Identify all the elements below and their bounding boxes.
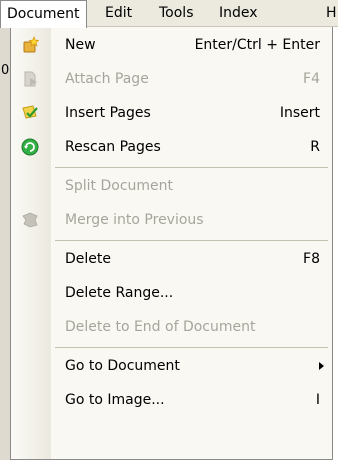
rescan-icon — [21, 138, 39, 156]
menu-item-shortcut: R — [310, 139, 320, 155]
menu-separator — [55, 240, 328, 241]
menu-separator — [55, 347, 328, 348]
menu-item-attach-page[interactable]: Attach Page F4 — [11, 62, 332, 96]
menu-item-split-document[interactable]: Split Document — [11, 169, 332, 203]
document-menu-dropdown: New Enter/Ctrl + Enter Attach Page F4 In… — [10, 27, 333, 460]
menu-item-label: New — [65, 37, 96, 53]
menu-item-shortcut: F8 — [303, 251, 320, 267]
menu-item-delete[interactable]: Delete F8 — [11, 242, 332, 276]
menu-document[interactable]: Document — [0, 0, 87, 28]
menu-help-partial[interactable]: H — [322, 0, 338, 27]
menu-item-label: Rescan Pages — [65, 139, 161, 155]
star-new-icon — [21, 35, 40, 54]
menu-item-label: Delete Range... — [65, 285, 174, 301]
menu-tools[interactable]: Tools — [153, 0, 200, 27]
menu-item-merge-into-previous[interactable]: Merge into Previous — [11, 203, 332, 237]
menu-item-go-to-image[interactable]: Go to Image... I — [11, 383, 332, 417]
submenu-arrow-icon — [319, 362, 324, 370]
menu-item-new[interactable]: New Enter/Ctrl + Enter — [11, 28, 332, 62]
attach-page-icon — [21, 70, 39, 88]
menu-edit[interactable]: Edit — [99, 0, 138, 27]
menu-item-insert-pages[interactable]: Insert Pages Insert — [11, 96, 332, 130]
menu-index[interactable]: Index — [213, 0, 264, 27]
menu-item-label: Split Document — [65, 178, 174, 194]
menu-item-shortcut: F4 — [303, 71, 320, 87]
menu-item-label: Go to Document — [65, 358, 180, 374]
menu-item-label: Merge into Previous — [65, 212, 204, 228]
menu-separator — [55, 167, 328, 168]
menu-item-label: Delete — [65, 251, 111, 267]
menu-item-shortcut: I — [315, 392, 320, 408]
menu-item-go-to-document[interactable]: Go to Document — [11, 349, 332, 383]
background-text: 0 — [1, 63, 10, 78]
menu-item-shortcut: Insert — [279, 105, 320, 121]
menu-item-label: Delete to End of Document — [65, 319, 256, 335]
menu-item-delete-to-end[interactable]: Delete to End of Document — [11, 310, 332, 344]
menu-item-label: Insert Pages — [65, 105, 151, 121]
menu-item-shortcut: Enter/Ctrl + Enter — [194, 37, 320, 53]
menu-item-delete-range[interactable]: Delete Range... — [11, 276, 332, 310]
merge-icon — [21, 211, 39, 229]
menu-bar: Document Edit Tools Index H — [0, 0, 338, 28]
application-window: Document Edit Tools Index H 0 New Enter/… — [0, 0, 338, 460]
background-window-edge: 0 — [0, 27, 10, 460]
menu-item-label: Attach Page — [65, 71, 149, 87]
background-window-right — [333, 27, 338, 460]
insert-pages-icon — [21, 104, 39, 122]
menu-item-label: Go to Image... — [65, 392, 165, 408]
menu-item-rescan-pages[interactable]: Rescan Pages R — [11, 130, 332, 164]
